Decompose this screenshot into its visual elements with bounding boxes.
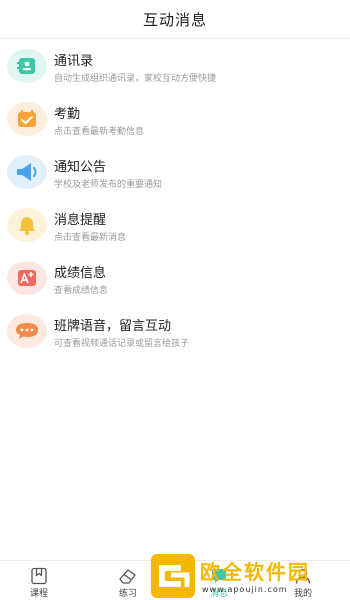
list-item-title: 消息提醒	[54, 213, 107, 228]
list-item-reminders[interactable]: 消息提醒 点击查看最新消息	[0, 199, 350, 252]
list-item-voice-messages[interactable]: 班牌语音，留言互动 可查看视频通话记录或留言给孩子	[0, 305, 350, 358]
tab-practice[interactable]: 练习	[98, 561, 158, 600]
page-title: 互动消息	[142, 10, 207, 29]
chat-bubble-icon	[7, 314, 47, 348]
list-item-title: 考勤	[54, 107, 81, 122]
list-item-contacts[interactable]: 通讯录 自动生成组织通讯录，家校互动方便快捷	[0, 40, 350, 93]
header-divider	[0, 38, 350, 39]
list-item-subtitle: 点击查看最新消息	[54, 233, 127, 243]
eraser-icon	[119, 569, 136, 584]
list-item-subtitle: 可查看视频通话记录或留言给孩子	[54, 339, 190, 349]
watermark-url: www.apoujin.com	[202, 585, 288, 594]
message-category-list: 通讯录 自动生成组织通讯录，家校互动方便快捷 考勤 点击查看最新考勤信息 通知公…	[0, 40, 350, 358]
list-item-title: 班牌语音，留言互动	[54, 319, 172, 334]
list-item-title: 通知公告	[54, 160, 107, 175]
watermark-name: 欧全软件园	[200, 560, 310, 584]
tab-label: 练习	[118, 589, 137, 599]
megaphone-icon	[7, 155, 47, 189]
watermark: 欧全软件园 www.apoujin.com	[150, 553, 346, 599]
tab-label: 课程	[29, 589, 48, 599]
list-item-subtitle: 查看成绩信息	[54, 286, 109, 296]
list-item-grades[interactable]: 成绩信息 查看成绩信息	[0, 252, 350, 305]
list-item-subtitle: 学校及老师发布的重要通知	[54, 180, 163, 190]
list-item-title: 成绩信息	[54, 266, 107, 281]
watermark-logo-icon	[151, 554, 195, 598]
bookmark-icon	[31, 567, 47, 585]
list-item-notices[interactable]: 通知公告 学校及老师发布的重要通知	[0, 146, 350, 199]
list-item-subtitle: 点击查看最新考勤信息	[54, 127, 145, 137]
grade-icon	[7, 261, 47, 295]
tab-courses[interactable]: 课程	[9, 561, 69, 600]
list-item-title: 通讯录	[54, 54, 94, 69]
attendance-icon	[7, 102, 47, 136]
contacts-icon	[7, 49, 47, 83]
list-item-subtitle: 自动生成组织通讯录，家校互动方便快捷	[54, 74, 217, 84]
list-item-attendance[interactable]: 考勤 点击查看最新考勤信息	[0, 93, 350, 146]
bell-icon	[7, 208, 47, 242]
